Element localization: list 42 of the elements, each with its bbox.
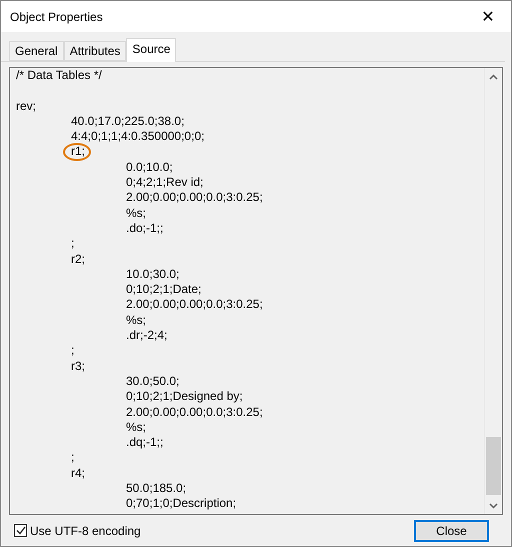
code-line: 0;4;2;1;Rev id; [126,175,204,190]
code-line: r2; [71,252,86,266]
code-line: %s; [126,206,146,220]
code-line: 0;70;1;0;Description; [126,496,236,510]
code-line: r3; [71,358,86,373]
close-button[interactable]: ✕ [465,1,511,32]
source-editor[interactable] [9,67,503,515]
tab[interactable]: Attributes [64,41,126,61]
code-line: %s; [126,312,146,327]
code-line: 2.00;0.00;0.00;0.0;3:0.25; [126,190,263,204]
chevron-down-icon[interactable] [489,502,498,508]
code-line: .do;-1;; [126,220,164,235]
tab[interactable]: General [9,41,64,61]
code-line: %s; [126,420,146,434]
code-line: rev; [16,98,36,113]
tab[interactable]: Source [126,38,176,62]
code-line: r1; [71,144,86,158]
code-line: 2.00;0.00;0.00;0.0;3:0.25; [126,404,263,419]
checkmark-icon [16,526,26,535]
code-line: 0;10;2;1;Date; [126,282,202,296]
code-line: 0;10;2;1;Designed by; [126,389,243,404]
code-line: ; [71,343,74,358]
scrollbar[interactable] [484,68,502,514]
code-line: 30.0;50.0; [126,374,180,388]
code-line: 0.0;10.0; [126,160,173,174]
checkbox[interactable] [14,524,27,537]
scroll-thumb[interactable] [486,437,501,495]
code-line: 40.0;17.0;225.0;38.0; [71,114,184,128]
code-comment: /* Data Tables */ [16,68,102,82]
code-line: .dq;-1;; [126,435,164,450]
code-line: 10.0;30.0; [126,266,180,281]
code-line: ; [71,450,74,464]
close-button[interactable]: Close [414,520,489,542]
code-line: .dr;-2;4; [126,328,168,342]
checkbox-label: Use UTF-8 encoding [30,524,141,538]
window-title: Object Properties [10,10,103,24]
code-line: 4:4;0;1;1;4:0.350000;0;0; [71,129,204,144]
code-line: 50.0;185.0; [126,481,186,496]
code-line: r4; [71,466,86,480]
code-line: 2.00;0.00;0.00;0.0;3:0.25; [126,297,263,312]
code-line: ; [71,236,74,250]
chevron-up-icon[interactable] [489,74,498,80]
